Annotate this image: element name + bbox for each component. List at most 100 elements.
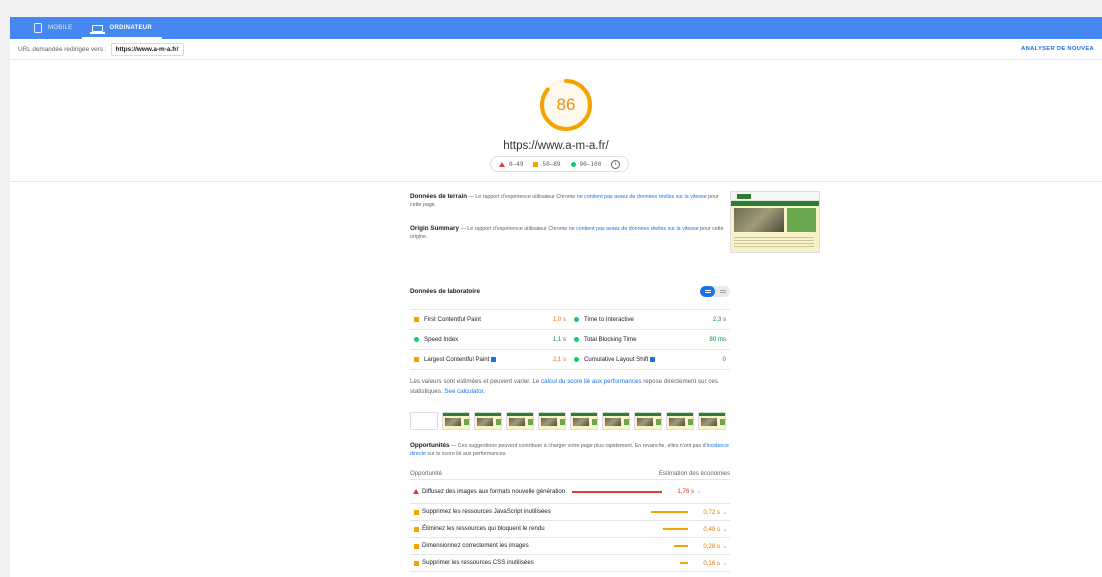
lab-metrics-grid: First Contentful Paint 1,0 s Time to Inter… xyxy=(410,309,730,370)
legend-bad-range: 0–49 xyxy=(509,160,524,168)
opportunities-table: Opportunité Estimation des économies Dif… xyxy=(410,467,730,572)
tab-mobile[interactable]: MOBILE xyxy=(24,17,82,39)
metric-name: Cumulative Layout Shift xyxy=(584,356,649,363)
final-screenshot-thumbnail[interactable] xyxy=(730,191,820,253)
opportunities-dash: — xyxy=(451,443,457,449)
filmstrip-frame xyxy=(506,412,534,430)
opportunities-text-2: sur le score lié aux performances. xyxy=(427,451,507,457)
square-icon xyxy=(413,509,419,515)
field-data-text: Données de terrain — Le rapport d'expéri… xyxy=(410,193,730,209)
lab-data-header: Données de laboratoire xyxy=(410,286,730,297)
filmstrip-frame xyxy=(602,412,630,430)
metric-row: Speed Index 1,1 s Total Blocking Time 80 ms xyxy=(410,330,730,350)
see-calculator-link[interactable]: See calculator. xyxy=(444,388,485,395)
legend-bad: 0–49 xyxy=(499,161,523,168)
filmstrip-frame xyxy=(666,412,694,430)
triangle-icon xyxy=(499,161,505,167)
metric-cell[interactable]: First Contentful Paint 1,0 s xyxy=(410,310,570,329)
lcp-flag-icon xyxy=(491,356,497,362)
origin-summary-link[interactable]: ne contient pas assez de données réelles… xyxy=(569,226,699,232)
square-icon xyxy=(533,161,539,167)
opportunity-row[interactable]: Supprimer les ressources CSS inutilisées… xyxy=(410,555,730,572)
origin-summary-title: Origin Summary xyxy=(410,225,459,232)
field-data-link[interactable]: ne contient pas assez de données réelles… xyxy=(577,194,707,200)
chevron-down-icon[interactable]: ⌄ xyxy=(720,543,730,550)
savings-value: 1,76 s xyxy=(677,488,694,495)
metric-value: 1,1 s xyxy=(552,336,566,343)
metric-cell[interactable]: Time to Interactive 2,3 s xyxy=(570,310,730,329)
origin-summary-text-before: Le rapport d'expérience utilisateur Chro… xyxy=(467,226,568,232)
metric-cell[interactable]: Speed Index 1,1 s xyxy=(410,330,570,349)
circle-icon xyxy=(574,317,579,322)
opportunity-name: Supprimer les ressources CSS inutilisées xyxy=(422,559,534,566)
filmstrip-frame xyxy=(570,412,598,430)
device-tab-bar: MOBILE ORDINATEUR xyxy=(10,17,1102,39)
metric-cell[interactable]: Total Blocking Time 80 ms xyxy=(570,330,730,349)
redirect-label: URL demandée redirigée vers : xyxy=(18,45,107,53)
opportunity-row[interactable]: Diffusez des images aux formats nouvelle… xyxy=(410,480,730,504)
opportunity-column-label: Opportunité xyxy=(410,469,442,477)
circle-icon xyxy=(570,161,576,167)
expanded-view-button[interactable] xyxy=(715,286,730,297)
score-calculation-link[interactable]: calcul du score lié aux performances xyxy=(541,378,641,385)
legend-average-range: 50–89 xyxy=(542,160,561,168)
metric-value: 1,0 s xyxy=(552,316,566,323)
field-data-title: Données de terrain xyxy=(410,193,468,200)
filmstrip-frame xyxy=(442,412,470,430)
opportunity-row[interactable]: Éliminez les ressources qui bloquent le … xyxy=(410,521,730,538)
square-icon xyxy=(414,357,419,362)
savings-value: 0,28 s xyxy=(703,542,720,550)
tab-desktop[interactable]: ORDINATEUR xyxy=(82,17,162,39)
chevron-down-icon[interactable]: ⌄ xyxy=(720,526,730,533)
redirect-url[interactable]: https://www.a-m-a.fr/ xyxy=(110,42,184,56)
chevron-down-icon[interactable]: ⌄ xyxy=(720,509,730,516)
opportunities-text-1: Ces suggestions peuvent contribuer à cha… xyxy=(457,443,707,449)
legend-good-range: 90–100 xyxy=(579,160,602,168)
metric-value: 80 ms xyxy=(709,336,726,343)
compact-view-button[interactable] xyxy=(700,286,715,297)
phone-icon xyxy=(34,23,42,33)
circle-icon xyxy=(574,337,579,342)
metrics-view-toggle[interactable] xyxy=(700,286,730,297)
metric-cell[interactable]: Cumulative Layout Shift 0 xyxy=(570,350,730,369)
field-data-text-before: Le rapport d'expérience utilisateur Chro… xyxy=(475,194,576,200)
analyze-again-button[interactable]: ANALYSER DE NOUVEA xyxy=(1021,46,1094,52)
square-icon xyxy=(414,317,419,322)
metric-name: Total Blocking Time xyxy=(584,336,637,343)
metric-cell[interactable]: Largest Contentful Paint 2,1 s xyxy=(410,350,570,369)
opportunity-row[interactable]: Supprimez les ressources JavaScript inut… xyxy=(410,504,730,521)
performance-score: 86 xyxy=(556,95,576,114)
note-text-1: Les valeurs sont estimées et peuvent var… xyxy=(410,378,540,385)
savings-bar xyxy=(663,528,688,530)
chevron-down-icon[interactable]: ⌄ xyxy=(694,488,704,495)
report-frame: MOBILE ORDINATEUR URL demandée redirigée… xyxy=(10,17,1102,577)
square-icon xyxy=(413,560,419,566)
opportunity-name: Diffusez des images aux formats nouvelle… xyxy=(422,487,566,495)
metric-value: 2,1 s xyxy=(552,356,566,363)
opportunities-table-header: Opportunité Estimation des économies xyxy=(410,467,730,480)
metric-name: Time to Interactive xyxy=(584,316,634,323)
lab-data-title: Données de laboratoire xyxy=(410,288,480,295)
tested-url: https://www.a-m-a.fr/ xyxy=(503,140,609,152)
origin-summary-dash: — xyxy=(460,226,466,232)
triangle-icon xyxy=(413,489,419,494)
savings-bar xyxy=(674,545,688,547)
filmstrip-frame xyxy=(538,412,566,430)
filmstrip xyxy=(410,412,730,430)
field-data-section: Données de terrain — Le rapport d'expéri… xyxy=(410,187,730,241)
chevron-down-icon[interactable]: ⌄ xyxy=(720,560,730,567)
filmstrip-frame xyxy=(698,412,726,430)
opportunity-name: Éliminez les ressources qui bloquent le … xyxy=(422,525,545,532)
opportunity-name: Supprimez les ressources JavaScript inut… xyxy=(422,508,551,515)
legend-good: 90–100 xyxy=(570,160,602,168)
metric-value: 0 xyxy=(722,356,726,363)
tab-mobile-label: MOBILE xyxy=(48,25,73,31)
desktop-icon xyxy=(90,24,106,34)
square-icon xyxy=(413,543,419,549)
info-icon[interactable]: i xyxy=(611,159,621,169)
metric-name: Largest Contentful Paint xyxy=(424,356,490,363)
square-icon xyxy=(413,526,419,532)
savings-bar xyxy=(572,490,662,493)
opportunity-row[interactable]: Dimensionnez correctement les images 0,28… xyxy=(410,538,730,555)
metric-name: Speed Index xyxy=(424,336,459,343)
